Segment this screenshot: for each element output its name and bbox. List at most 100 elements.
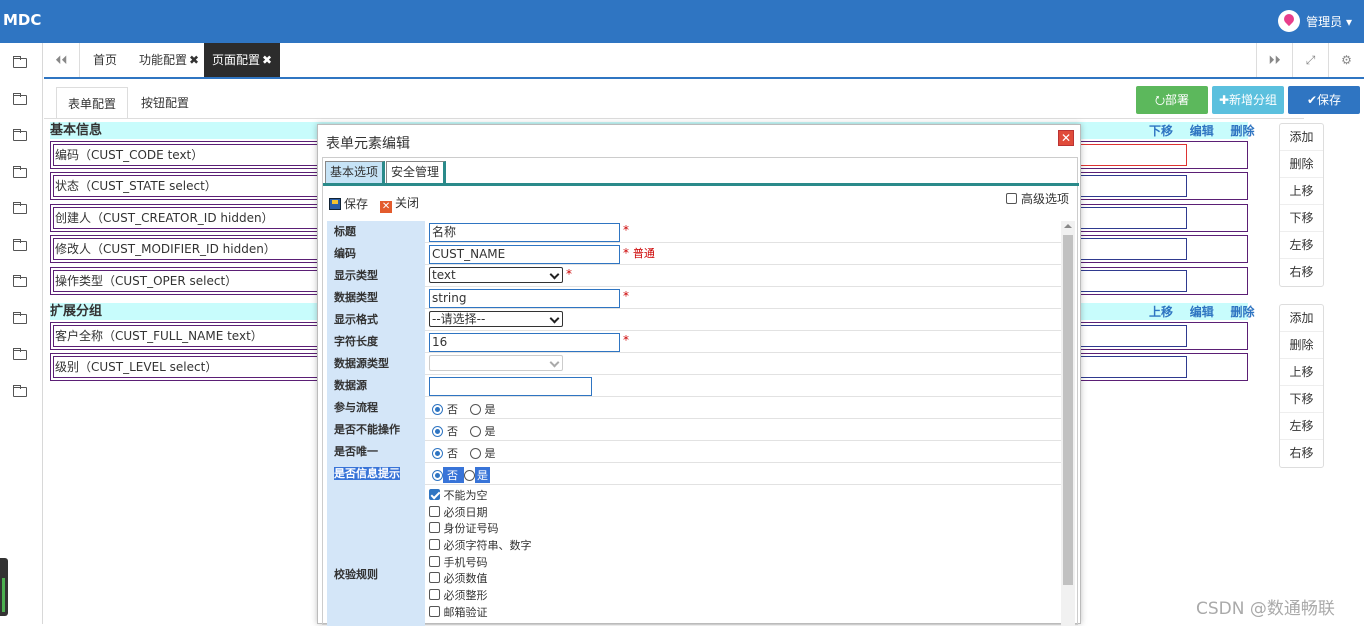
row-label: 编码（CUST_CODE text） <box>53 144 323 166</box>
radio-no[interactable] <box>432 403 443 415</box>
folder-icon[interactable] <box>13 348 27 360</box>
move-up-button[interactable]: 上移 <box>1280 178 1323 205</box>
move-left-button[interactable]: 左移 <box>1280 232 1323 259</box>
move-up-button[interactable]: 上移 <box>1280 359 1323 386</box>
rule-item[interactable]: 必须日期 <box>429 505 532 522</box>
row-label: 修改人（CUST_MODIFIER_ID hidden） <box>53 238 323 260</box>
delete-button[interactable]: 删除 <box>1280 151 1323 178</box>
move-right-button[interactable]: 右移 <box>1280 259 1323 286</box>
rule-checkbox[interactable] <box>429 589 440 601</box>
row-label: 操作类型（CUST_OPER select） <box>53 270 323 292</box>
tab-security[interactable]: 安全管理 <box>386 161 447 183</box>
folder-icon[interactable] <box>13 312 27 324</box>
radio-label: 否 <box>447 447 458 460</box>
save-button[interactable]: ✔保存 <box>1288 86 1360 114</box>
display-format-select[interactable]: --请选择-- <box>429 311 563 327</box>
tabs-prev-button[interactable]: ⏴⏴ <box>44 43 80 77</box>
code-input[interactable]: CUST_NAME <box>429 245 620 264</box>
field-label: 字符长度 <box>327 331 425 353</box>
tab-page-config[interactable]: 页面配置 ✖ <box>204 43 280 77</box>
length-input[interactable]: 16 <box>429 333 620 352</box>
user-menu[interactable]: 管理员 ▾ <box>1278 10 1352 32</box>
move-down-button[interactable]: 下移 <box>1280 205 1323 232</box>
rule-checkbox[interactable] <box>429 555 440 567</box>
scroll-thumb[interactable] <box>1063 235 1073 585</box>
save-icon <box>329 198 341 210</box>
section-title: 基本信息 <box>50 123 103 138</box>
folder-icon[interactable] <box>13 275 27 287</box>
rule-item[interactable]: 必须整形 <box>429 588 532 605</box>
form-scrollbar[interactable] <box>1061 221 1075 626</box>
tab-close-icon[interactable]: ✖ <box>262 53 272 67</box>
rule-checkbox[interactable] <box>429 539 440 551</box>
radio-yes[interactable] <box>464 469 475 481</box>
advanced-options[interactable]: 高级选项 <box>1005 190 1069 207</box>
rule-checkbox[interactable] <box>429 522 440 534</box>
edit-link[interactable]: 编辑 <box>1190 305 1214 319</box>
rule-item[interactable]: 手机号码 <box>429 555 532 572</box>
edit-link[interactable]: 编辑 <box>1190 124 1214 138</box>
delete-button[interactable]: 删除 <box>1280 332 1323 359</box>
settings-icon[interactable]: ⚙ <box>1328 43 1364 77</box>
close-icon: ✕ <box>380 201 393 213</box>
radio-label: 是 <box>484 403 496 416</box>
rule-item[interactable]: 必须数值 <box>429 571 532 588</box>
rule-item[interactable]: 身份证号码 <box>429 521 532 538</box>
folder-icon[interactable] <box>13 239 27 251</box>
move-up-link[interactable]: 上移 <box>1149 305 1173 319</box>
radio-yes[interactable] <box>469 447 481 459</box>
radio-yes[interactable] <box>469 403 481 415</box>
rule-checkbox[interactable] <box>429 505 440 517</box>
add-group-button[interactable]: ✚新增分组 <box>1212 86 1284 114</box>
add-button[interactable]: 添加 <box>1280 124 1323 151</box>
rule-checkbox[interactable] <box>429 605 440 617</box>
move-right-button[interactable]: 右移 <box>1280 440 1323 467</box>
tabs-next-button[interactable]: ⏵⏵ <box>1256 43 1292 77</box>
code-note: * 普通 <box>623 245 655 261</box>
tab-function-config[interactable]: 功能配置 ✖ <box>136 43 202 77</box>
rule-item[interactable]: 必须字符串、数字 <box>429 538 532 555</box>
datasource-type-select[interactable] <box>429 355 563 371</box>
field-row-display-format: 显示格式 --请选择-- <box>327 309 1062 331</box>
delete-link[interactable]: 删除 <box>1230 124 1254 138</box>
display-type-select[interactable]: text <box>429 267 563 283</box>
folder-icon[interactable] <box>13 56 27 68</box>
fullscreen-icon[interactable]: ⤢ <box>1292 43 1328 77</box>
radio-no[interactable] <box>432 469 443 481</box>
data-type-input[interactable]: string <box>429 289 620 308</box>
title-input[interactable]: 名称 <box>429 223 620 242</box>
dialog-save-button[interactable]: 保存 <box>329 195 368 212</box>
add-button[interactable]: 添加 <box>1280 305 1323 332</box>
tab-basic-options[interactable]: 基本选项 <box>325 161 386 183</box>
radio-no[interactable] <box>432 447 443 459</box>
scroll-up-icon[interactable] <box>1064 224 1072 228</box>
delete-link[interactable]: 删除 <box>1230 305 1254 319</box>
radio-yes[interactable] <box>469 425 481 437</box>
folder-icon[interactable] <box>13 166 27 178</box>
datasource-input[interactable] <box>429 377 592 396</box>
close-icon[interactable]: ✕ <box>1058 130 1074 146</box>
folder-icon[interactable] <box>13 129 27 141</box>
rule-item[interactable]: 邮箱验证 <box>429 605 532 622</box>
dialog-close-button[interactable]: ✕ 关闭 <box>380 194 419 213</box>
deploy-button[interactable]: ⭮部署 <box>1136 86 1208 114</box>
dialog-body: 基本选项 安全管理 保存 ✕ 关闭 高级选项 标题 名称 * 编码 CUST_NA… <box>322 157 1079 626</box>
field-row-datasource-type: 数据源类型 <box>327 353 1062 375</box>
field-label: 校验规则 <box>327 485 425 626</box>
advanced-checkbox[interactable] <box>1005 193 1017 204</box>
rule-checkbox[interactable] <box>429 572 440 584</box>
move-down-button[interactable]: 下移 <box>1280 386 1323 413</box>
tab-button-config[interactable]: 按钮配置 <box>132 87 198 119</box>
rule-item[interactable]: 不能为空 <box>429 488 532 505</box>
folder-icon[interactable] <box>13 385 27 397</box>
tab-form-config[interactable]: 表单配置 <box>56 87 128 119</box>
tab-close-icon[interactable]: ✖ <box>189 53 199 67</box>
radio-no[interactable] <box>432 425 443 437</box>
section-buttons: 添加 删除 上移 下移 左移 右移 <box>1279 304 1324 468</box>
folder-icon[interactable] <box>13 202 27 214</box>
move-down-link[interactable]: 下移 <box>1149 124 1173 138</box>
move-left-button[interactable]: 左移 <box>1280 413 1323 440</box>
tab-home[interactable]: 首页 <box>80 43 130 77</box>
folder-icon[interactable] <box>13 93 27 105</box>
rule-checkbox[interactable] <box>429 489 440 500</box>
